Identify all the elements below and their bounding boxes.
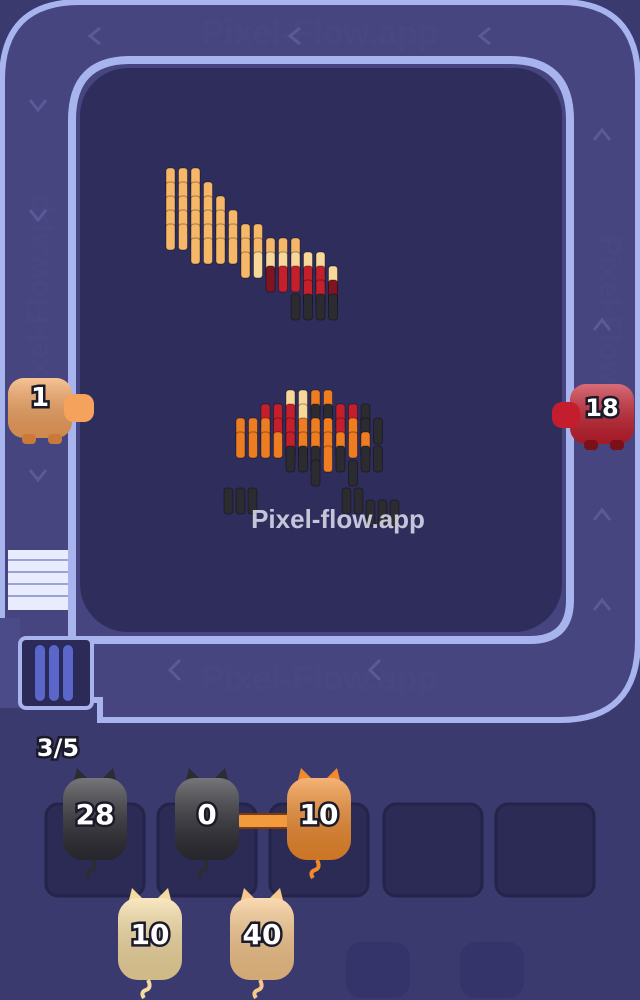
pixel-block-upper — [278, 265, 288, 293]
pixel-block-upper — [290, 293, 301, 321]
pig-count: 10 — [131, 918, 170, 951]
pixel-block-upper — [253, 251, 263, 279]
shooter-left-count: 1 — [31, 383, 49, 413]
pixel-block-upper — [178, 223, 188, 251]
pixel-block-bottom — [235, 487, 246, 515]
pixel-block-lower — [373, 417, 383, 445]
pig-count: 40 — [243, 918, 282, 951]
pixel-block-upper — [290, 265, 301, 293]
pig-count: 28 — [76, 798, 115, 831]
center-watermark: Pixel-flow.app — [251, 504, 425, 534]
pixel-block-upper — [328, 293, 338, 321]
slot-5[interactable] — [494, 802, 596, 898]
pixel-block-upper — [165, 223, 176, 251]
queue-placeholder-2 — [460, 942, 524, 998]
pixel-block-lower — [335, 445, 346, 473]
pig-count: 10 — [300, 798, 339, 831]
pixel-block-lower — [348, 431, 358, 459]
shooter-right-count: 18 — [585, 394, 618, 422]
pixel-block-lower — [248, 431, 258, 459]
pixel-block-lower — [298, 445, 308, 473]
pixel-block-lower — [285, 445, 296, 473]
track-watermark-top: Pixel-Flow.app — [202, 14, 439, 52]
slot-4[interactable] — [382, 802, 484, 898]
queue-placeholder-1 — [346, 942, 410, 998]
pixel-block-lower — [360, 445, 371, 473]
pixel-block-upper — [240, 251, 251, 279]
pixel-block-bottom — [223, 487, 234, 515]
pixel-block-upper — [315, 293, 326, 321]
pixel-block-lower — [260, 431, 271, 459]
pixel-block-lower — [235, 431, 246, 459]
pixel-block-upper — [228, 237, 238, 265]
game-stage: Pixel-Flow.app Pixel-Flow.app Pixel-Flow… — [0, 0, 640, 1000]
pixel-block-upper — [215, 237, 226, 265]
pixel-block-lower — [273, 431, 283, 459]
pixel-block-lower — [373, 445, 383, 473]
pixel-block-lower — [310, 459, 321, 487]
track-watermark-left: Pixel-Flow.app — [22, 196, 55, 405]
track-watermark-bottom: Pixel-Flow.app — [202, 660, 439, 698]
pixel-block-upper — [303, 293, 313, 321]
entry-ramp — [8, 550, 68, 610]
pixel-block-upper — [190, 237, 201, 265]
pixel-block-upper — [203, 237, 213, 265]
pixel-block-lower — [323, 445, 333, 473]
pig-count: 0 — [197, 798, 216, 831]
pixel-board — [80, 68, 562, 632]
pixel-block-lower — [348, 459, 358, 487]
pixel-block-upper — [265, 265, 276, 293]
queue-counter: 3/5 — [37, 734, 79, 762]
